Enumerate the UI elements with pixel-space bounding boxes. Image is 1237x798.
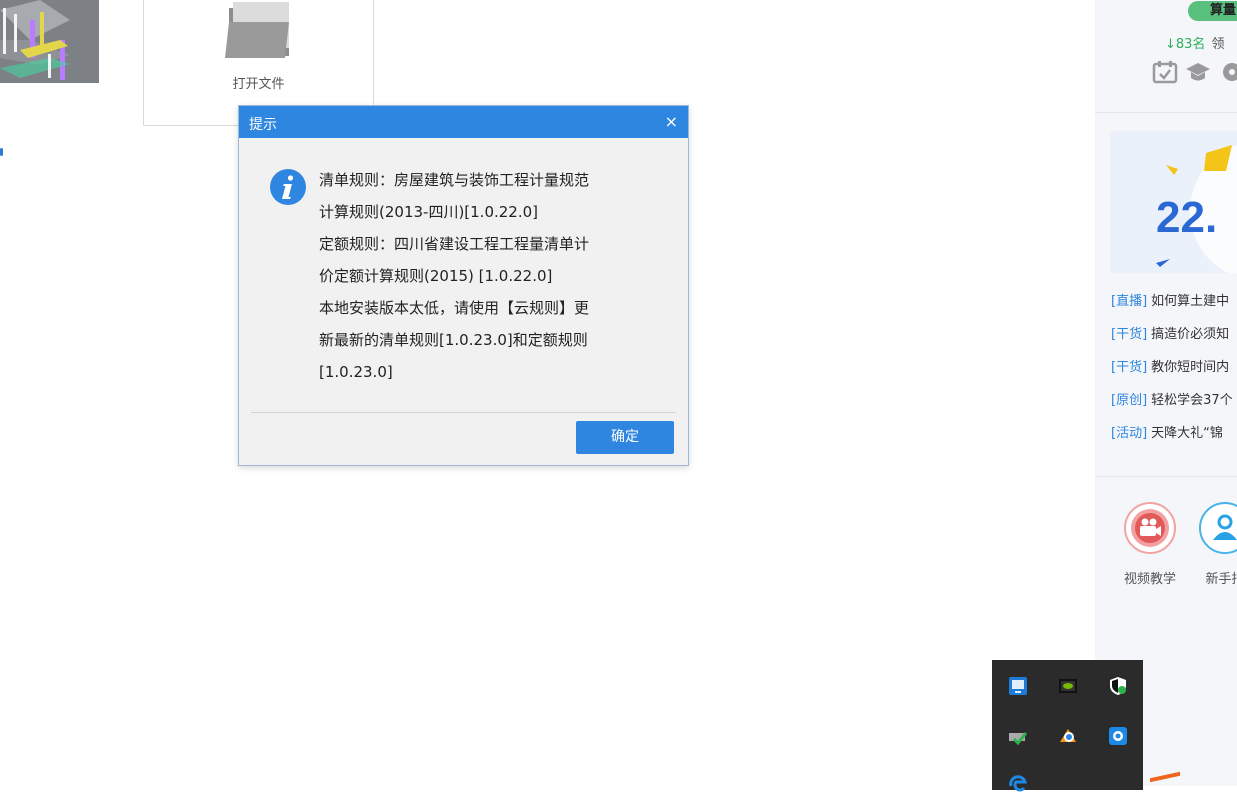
news-title: 轻松学会37个: [1151, 393, 1233, 408]
dialog-title: 提示: [249, 117, 277, 133]
security-shield-icon[interactable]: [1108, 676, 1128, 696]
open-file-label: 打开文件: [232, 77, 285, 92]
graduation-cap-icon[interactable]: [1184, 60, 1212, 88]
video-camera-icon: [1124, 502, 1176, 554]
news-title: 天降大礼“锦: [1151, 426, 1223, 441]
dialog-message: 清单规则：房屋建筑与装饰工程计量规范 计算规则(2013-四川)[1.0.22.…: [319, 164, 649, 388]
ok-button[interactable]: 确定: [576, 421, 674, 454]
dialog-titlebar[interactable]: 提示 ×: [239, 106, 688, 138]
news-item[interactable]: [干货] 搞造价必须知: [1111, 323, 1233, 356]
panel-divider: [1095, 112, 1237, 113]
news-item[interactable]: [干货] 教你短时间内: [1111, 356, 1233, 389]
tool-label: 新手指: [1205, 572, 1237, 587]
rank-suffix: 领: [1211, 37, 1225, 52]
cloud-app-icon[interactable]: [1058, 726, 1078, 746]
teamviewer-icon[interactable]: [1008, 676, 1028, 696]
close-icon[interactable]: ×: [665, 112, 678, 131]
prompt-dialog: 提示 × 清单规则：房屋建筑与装饰工程计量规范 计算规则(2013-四川)[1.…: [238, 105, 689, 466]
rank-change: ↓83名领: [1165, 33, 1224, 52]
building-model-image: [0, 0, 99, 83]
news-tag: [干货]: [1111, 360, 1148, 375]
news-tag: [干货]: [1111, 327, 1148, 342]
user-guide-icon: [1199, 502, 1237, 554]
news-list: [直播] 如何算土建中 [干货] 搞造价必须知 [干货] 教你短时间内 [原创] 轻松学…: [1111, 290, 1233, 455]
tray-overflow-popup: [992, 660, 1143, 792]
news-title: 教你短时间内: [1151, 360, 1230, 375]
message-line: 定额规则：四川省建设工程工程量清单计: [319, 235, 590, 253]
video-tutorial-button[interactable]: 视频教学: [1120, 502, 1180, 587]
news-item[interactable]: [原创] 轻松学会37个: [1111, 389, 1233, 422]
level-badge[interactable]: 算量: [1188, 1, 1237, 21]
sync-app-icon[interactable]: [1108, 726, 1128, 746]
folder-icon: [223, 0, 295, 64]
news-tag: [原创]: [1111, 393, 1148, 408]
news-title: 搞造价必须知: [1151, 327, 1230, 342]
tool-label: 视频教学: [1123, 572, 1176, 587]
message-line: [1.0.23.0]: [319, 363, 393, 381]
left-edge-marker: [0, 148, 3, 156]
panel-divider: [1095, 476, 1237, 477]
calendar-check-icon[interactable]: [1152, 60, 1178, 88]
news-item[interactable]: [直播] 如何算土建中: [1111, 290, 1233, 323]
news-title: 如何算土建中: [1151, 294, 1230, 309]
message-line: 价定额计算规则(2015) [1.0.22.0]: [319, 267, 553, 285]
message-line: 新最新的清单规则[1.0.23.0]和定额规则: [319, 331, 588, 349]
news-tag: [直播]: [1111, 294, 1148, 309]
news-tag: [活动]: [1111, 426, 1148, 441]
beginner-guide-button[interactable]: 新手指: [1195, 502, 1237, 587]
browser-icon[interactable]: [1008, 774, 1028, 794]
dialog-divider: [251, 412, 676, 413]
network-check-icon[interactable]: [1008, 726, 1028, 746]
nvidia-icon[interactable]: [1058, 676, 1078, 696]
quick-icons: [1152, 60, 1237, 88]
message-line: 计算规则(2013-四川)[1.0.22.0]: [319, 203, 539, 221]
message-line: 本地安装版本太低，请使用【云规则】更: [319, 299, 590, 317]
project-thumbnail[interactable]: [0, 0, 99, 83]
message-line: 清单规则：房屋建筑与装饰工程计量规范: [319, 171, 590, 189]
promo-banner[interactable]: 22.: [1110, 131, 1237, 273]
banner-title: 22.: [1156, 193, 1218, 242]
rank-value: ↓83名: [1165, 37, 1206, 52]
info-icon: [269, 168, 307, 210]
news-item[interactable]: [活动] 天降大礼“锦: [1111, 422, 1233, 455]
settings-gear-icon[interactable]: [1218, 60, 1237, 88]
